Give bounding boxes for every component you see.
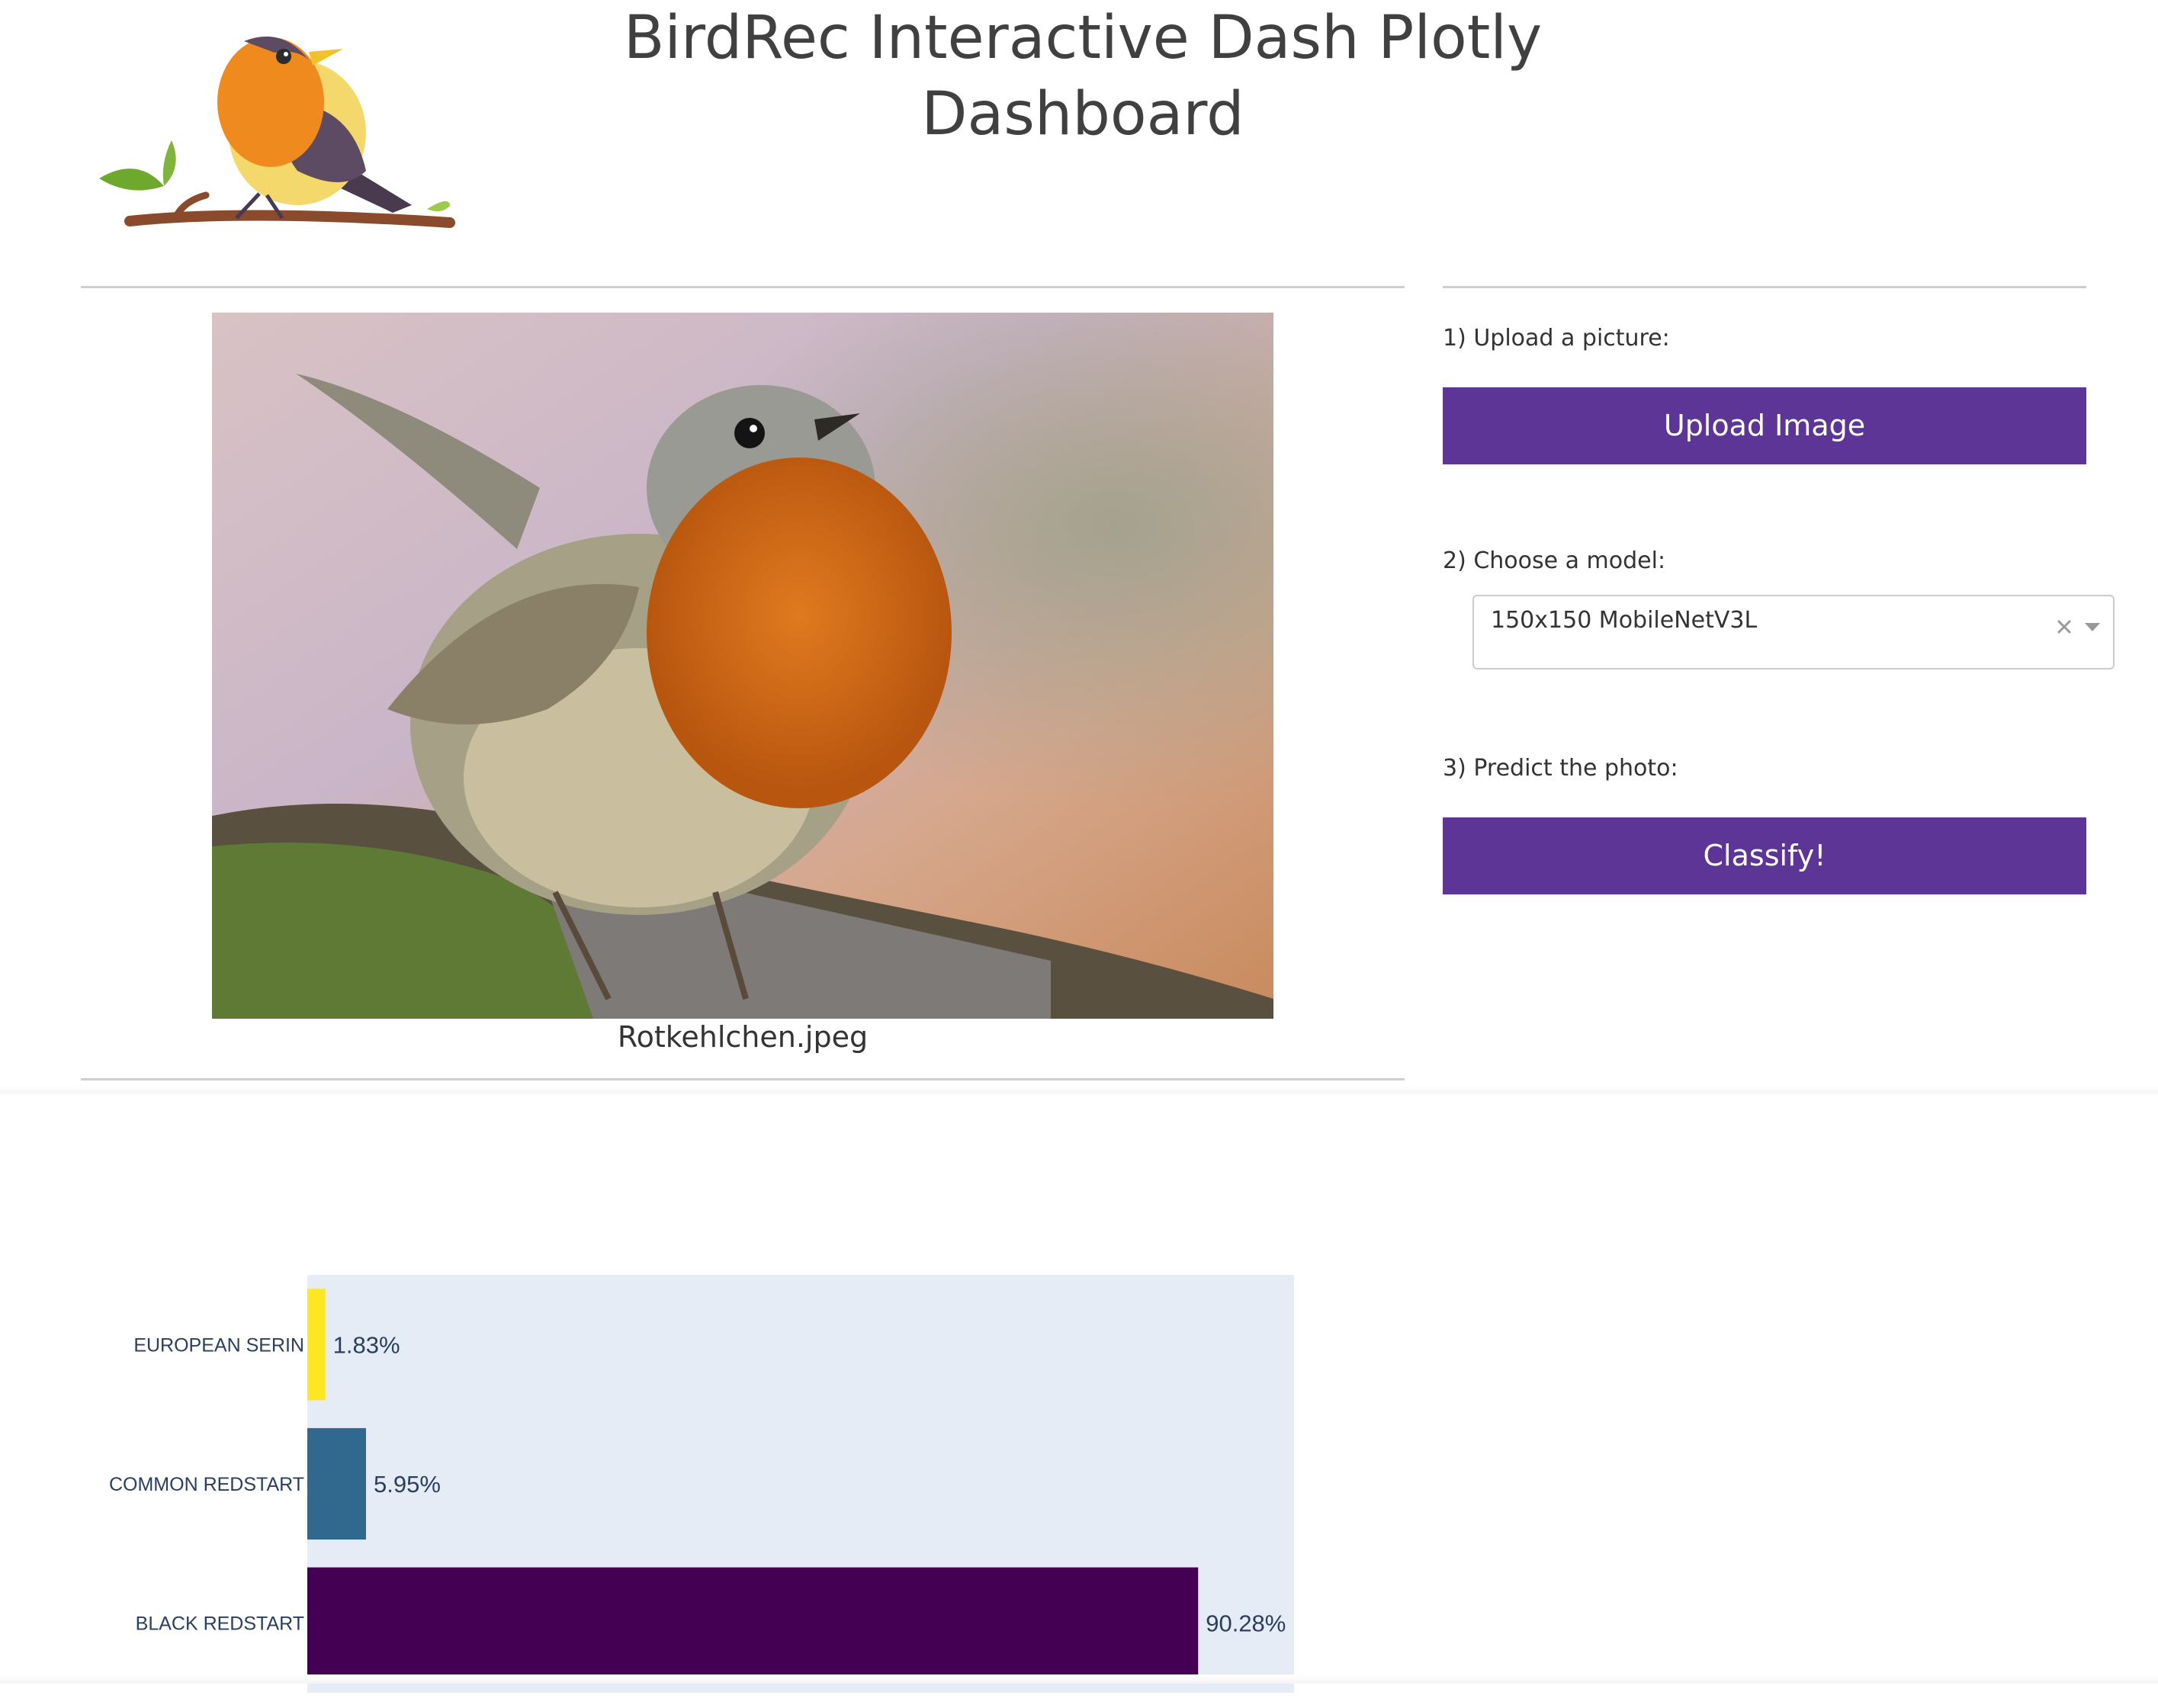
- robin-on-branch-logo: [99, 36, 455, 228]
- classify-button[interactable]: Classify!: [1443, 817, 2086, 894]
- page-bottom-edge: [0, 1674, 2158, 1684]
- category-label: BLACK REDSTART: [136, 1613, 304, 1635]
- predict-step-label: 3) Predict the photo:: [1443, 755, 1678, 782]
- bar-black-redstart: [307, 1567, 1199, 1679]
- model-step-label: 2) Choose a model:: [1443, 547, 1666, 574]
- chevron-down-icon[interactable]: [2084, 622, 2101, 633]
- robin-photo: [212, 313, 1273, 1019]
- model-selected-value: 150x150 MobileNetV3L: [1491, 607, 1758, 634]
- bar-common-redstart: [307, 1427, 366, 1540]
- robin-photo-illustration: [212, 313, 1273, 1019]
- value-label: 90.28%: [1206, 1610, 1286, 1637]
- section-separator: [0, 1086, 2158, 1096]
- category-label: EUROPEAN SERIN: [133, 1334, 304, 1356]
- divider: [81, 286, 1405, 288]
- model-dropdown[interactable]: 150x150 MobileNetV3L: [1472, 595, 2115, 669]
- bar-european-serin: [307, 1289, 326, 1401]
- prediction-bar-chart: EUROPEAN SERIN COMMON REDSTART BLACK REDST…: [109, 1275, 1294, 1693]
- value-label: 1.83%: [333, 1331, 400, 1358]
- upload-image-button[interactable]: Upload Image: [1443, 387, 2086, 464]
- divider: [81, 1078, 1405, 1080]
- upload-step-label: 1) Upload a picture:: [1443, 325, 1670, 352]
- clear-icon[interactable]: [2055, 618, 2073, 636]
- page-title: BirdRec Interactive Dash Plotly Dashboar…: [623, 4, 1543, 149]
- image-filename: Rotkehlchen.jpeg: [617, 1020, 869, 1054]
- value-label: 5.95%: [374, 1471, 441, 1498]
- category-label: COMMON REDSTART: [109, 1474, 304, 1495]
- divider: [1443, 286, 2086, 288]
